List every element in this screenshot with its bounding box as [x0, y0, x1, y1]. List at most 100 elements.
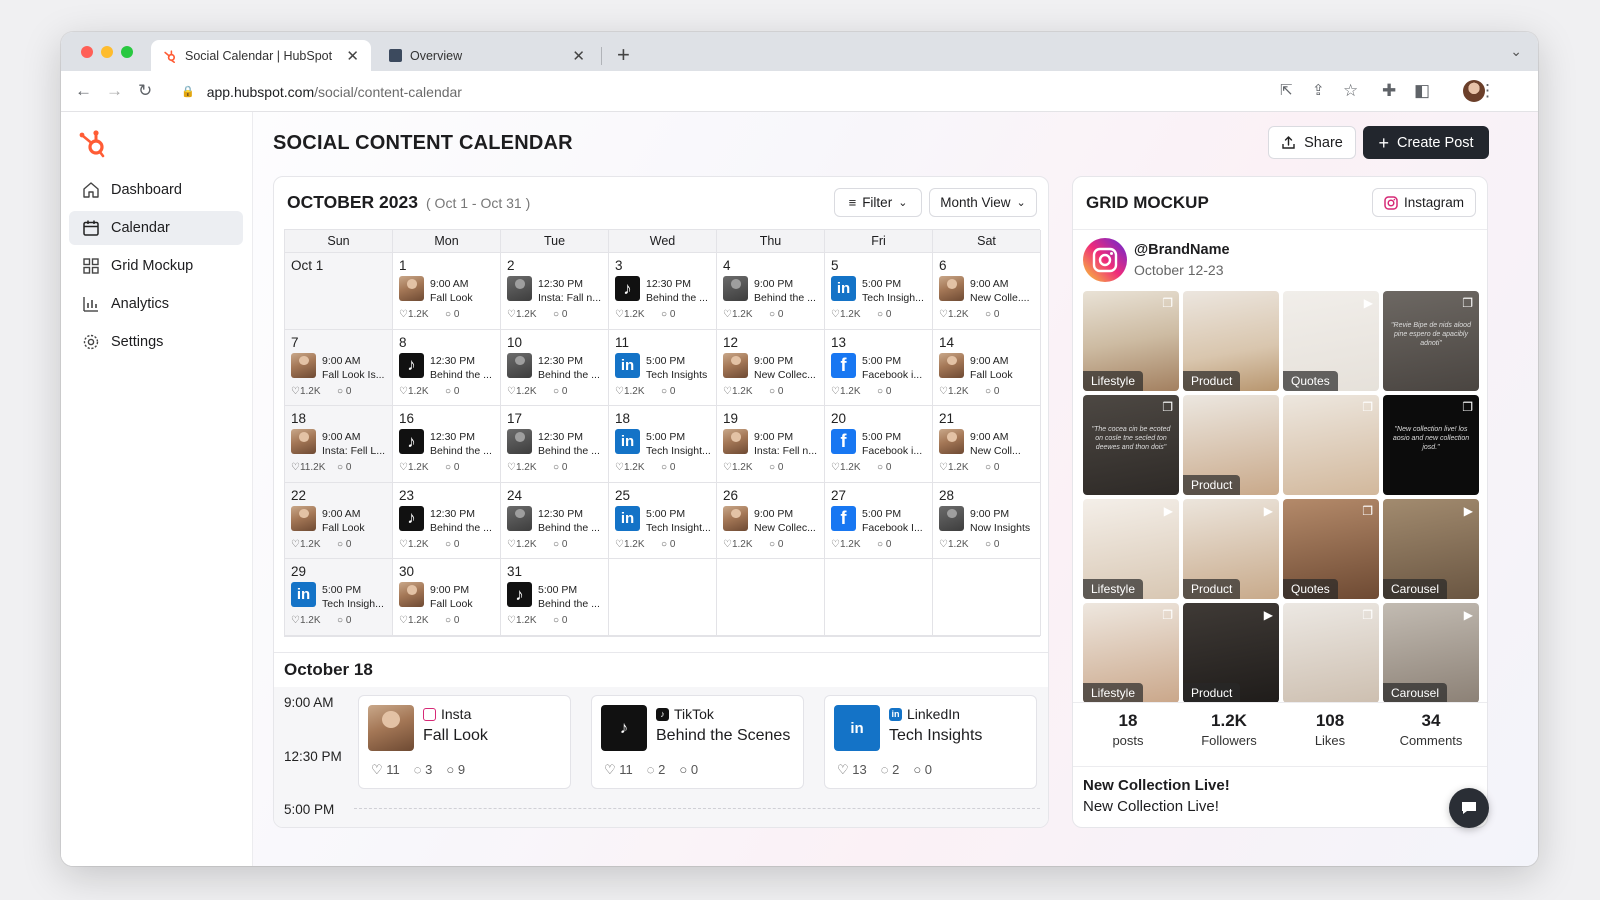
calendar-day-cell[interactable]: 7 9:00 AM Fall Look Is... ♡1.2K ○ 0: [285, 329, 393, 406]
event-title[interactable]: New Collec...: [754, 369, 822, 381]
calendar-day-cell[interactable]: 20 f 5:00 PM Facebook i... ♡1.2K ○ 0: [825, 406, 933, 483]
extensions-icon[interactable]: ✚: [1382, 81, 1396, 101]
event-title[interactable]: Behind the ...: [754, 292, 822, 304]
open-external-icon[interactable]: ⇱: [1280, 81, 1293, 101]
grid-tile[interactable]: ❐ Quotes: [1283, 499, 1379, 599]
calendar-day-cell[interactable]: 14 9:00 AM Fall Look ♡1.2K ○ 0: [933, 329, 1041, 406]
calendar-day-cell[interactable]: 29 in 5:00 PM Tech Insigh... ♡1.2K ○ 0: [285, 559, 393, 636]
calendar-day-cell[interactable]: 27 f 5:00 PM Facebook I... ♡1.2K ○ 0: [825, 482, 933, 559]
event-title[interactable]: Insta: Fell n...: [754, 445, 822, 457]
event-title[interactable]: Facebook I...: [862, 522, 930, 534]
grid-tile[interactable]: ❐: [1283, 395, 1379, 495]
event-title[interactable]: Insta: Fell L...: [322, 445, 390, 457]
calendar-day-cell[interactable]: 2 12:30 PM Insta: Fall n... ♡1.2K ○ 0: [501, 253, 609, 330]
minimize-window-button[interactable]: [101, 46, 113, 58]
calendar-day-cell[interactable]: 21 9:00 AM New Coll... ♡1.2K ○ 0: [933, 406, 1041, 483]
calendar-day-cell[interactable]: 26 9:00 PM New Collec... ♡1.2K ○ 0: [717, 482, 825, 559]
post-card[interactable]: Insta Fall Look ♡ 11 ◌ 3 ○ 9: [358, 695, 571, 789]
share-button[interactable]: Share: [1268, 126, 1356, 159]
address-bar[interactable]: 🔒 app.hubspot.com/social/content-calenda…: [169, 77, 1319, 106]
sidebar-item-dashboard[interactable]: Dashboard: [69, 173, 243, 207]
calendar-day-cell[interactable]: 18 9:00 AM Insta: Fell L... ♡11.2K ○ 0: [285, 406, 393, 483]
grid-tile[interactable]: ▶ Lifestyle: [1083, 499, 1179, 599]
new-tab-button[interactable]: +: [617, 42, 630, 68]
event-title[interactable]: Behind the ...: [538, 522, 606, 534]
maximize-window-button[interactable]: [121, 46, 133, 58]
calendar-day-cell[interactable]: 22 9:00 AM Fall Look ♡1.2K ○ 0: [285, 482, 393, 559]
event-title[interactable]: Insta: Fall n...: [538, 292, 606, 304]
calendar-day-cell[interactable]: 25 in 5:00 PM Tech Insight... ♡1.2K ○ 0: [609, 482, 717, 559]
grid-tile[interactable]: ▶ Carousel: [1383, 499, 1479, 599]
event-title[interactable]: Facebook i...: [862, 369, 930, 381]
calendar-day-cell[interactable]: 30 9:00 PM Fall Look ♡1.2K ○ 0: [393, 559, 501, 636]
sidebar-item-calendar[interactable]: Calendar: [69, 211, 243, 245]
event-title[interactable]: Tech Insight...: [646, 445, 714, 457]
grid-tile[interactable]: Product: [1183, 291, 1279, 391]
sidebar-item-settings[interactable]: Settings: [69, 325, 243, 359]
sidebar-item-grid-mockup[interactable]: Grid Mockup: [69, 249, 243, 283]
calendar-day-cell[interactable]: 3 ♪ 12:30 PM Behind the ... ♡1.2K ○ 0: [609, 253, 717, 330]
filter-button[interactable]: ≡ Filter ⌄: [834, 188, 922, 217]
event-title[interactable]: Behind the ...: [430, 369, 498, 381]
grid-tile[interactable]: ❐ Lifestyle: [1083, 603, 1179, 703]
grid-tile[interactable]: ❐ "The cocea cin be ecoted on cosle tne s…: [1083, 395, 1179, 495]
event-title[interactable]: Fall Look Is...: [322, 369, 390, 381]
instagram-platform-button[interactable]: Instagram: [1372, 188, 1476, 217]
event-title[interactable]: Behind the ...: [430, 445, 498, 457]
event-title[interactable]: Behind the ...: [538, 369, 606, 381]
hubspot-logo-icon[interactable]: [76, 126, 110, 160]
event-title[interactable]: Tech Insights: [646, 369, 714, 381]
event-title[interactable]: Fall Look: [430, 292, 498, 304]
event-title[interactable]: Behind the ...: [538, 598, 606, 610]
forward-arrow-icon[interactable]: →: [106, 81, 123, 101]
calendar-day-cell[interactable]: 8 ♪ 12:30 PM Behind the ... ♡1.2K ○ 0: [393, 329, 501, 406]
event-title[interactable]: Fall Look: [970, 369, 1038, 381]
event-title[interactable]: Now Insights: [970, 522, 1038, 534]
sidepanel-icon[interactable]: ◧: [1414, 81, 1430, 101]
more-menu-icon[interactable]: ⋮: [1479, 81, 1496, 101]
chat-button[interactable]: [1449, 788, 1489, 828]
event-title[interactable]: Facebook i...: [862, 445, 930, 457]
event-title[interactable]: Tech Insigh...: [862, 292, 930, 304]
reload-icon[interactable]: ↻: [138, 81, 152, 101]
grid-tile[interactable]: ❐ "New collection live! los aosio and new…: [1383, 395, 1479, 495]
instagram-avatar[interactable]: [1083, 238, 1127, 282]
grid-tile[interactable]: ❐: [1283, 603, 1379, 703]
post-card[interactable]: ♪ ♪ TikTok Behind the Scenes ♡ 11 ◌ 2 ○ 0: [591, 695, 804, 789]
calendar-day-cell[interactable]: 18 in 5:00 PM Tech Insight... ♡1.2K ○ 0: [609, 406, 717, 483]
event-title[interactable]: Behind the ...: [646, 292, 714, 304]
grid-tile[interactable]: ▶ Product: [1183, 603, 1279, 703]
back-arrow-icon[interactable]: ←: [75, 81, 92, 101]
bookmark-star-icon[interactable]: ☆: [1343, 81, 1358, 101]
close-icon[interactable]: ✕: [346, 47, 359, 65]
event-title[interactable]: Fall Look: [322, 522, 390, 534]
grid-tile[interactable]: ▶ Quotes: [1283, 291, 1379, 391]
calendar-day-cell[interactable]: 31 ♪ 5:00 PM Behind the ... ♡1.2K ○ 0: [501, 559, 609, 636]
create-post-button[interactable]: + Create Post: [1363, 126, 1489, 159]
close-icon[interactable]: ✕: [572, 47, 585, 65]
post-card[interactable]: in in LinkedIn Tech Insights ♡ 13 ◌ 2 ○ 0: [824, 695, 1037, 789]
calendar-day-cell[interactable]: 5 in 5:00 PM Tech Insigh... ♡1.2K ○ 0: [825, 253, 933, 330]
month-view-dropdown[interactable]: Month View ⌄: [929, 188, 1037, 217]
calendar-day-cell[interactable]: 16 ♪ 12:30 PM Behind the ... ♡1.2K ○ 0: [393, 406, 501, 483]
grid-tile[interactable]: Product: [1183, 395, 1279, 495]
calendar-day-cell[interactable]: 28 9:00 PM Now Insights ♡1.2K ○ 0: [933, 482, 1041, 559]
event-title[interactable]: Tech Insigh...: [322, 598, 390, 610]
tab-social-calendar[interactable]: Social Calendar | HubSpot ✕: [151, 40, 371, 71]
calendar-day-cell[interactable]: 11 in 5:00 PM Tech Insights ♡1.2K ○ 0: [609, 329, 717, 406]
tab-overview[interactable]: Overview ✕: [377, 40, 597, 71]
calendar-day-cell[interactable]: 19 9:00 PM Insta: Fell n... ♡1.2K ○ 0: [717, 406, 825, 483]
calendar-day-cell[interactable]: 6 9:00 AM New Colle.... ♡1.2K ○ 0: [933, 253, 1041, 330]
calendar-day-cell[interactable]: 13 f 5:00 PM Facebook i... ♡1.2K ○ 0: [825, 329, 933, 406]
calendar-day-cell[interactable]: 4 9:00 PM Behind the ... ♡1.2K ○ 0: [717, 253, 825, 330]
calendar-day-cell[interactable]: 24 12:30 PM Behind the ... ♡1.2K ○ 0: [501, 482, 609, 559]
calendar-day-cell[interactable]: 17 12:30 PM Behind the ... ♡1.2K ○ 0: [501, 406, 609, 483]
event-title[interactable]: Fall Look: [430, 598, 498, 610]
calendar-day-cell[interactable]: Oct 1: [285, 253, 393, 330]
grid-tile[interactable]: ▶ Carousel: [1383, 603, 1479, 703]
event-title[interactable]: New Collec...: [754, 522, 822, 534]
grid-tile[interactable]: ❐ Lifestyle: [1083, 291, 1179, 391]
calendar-day-cell[interactable]: 10 12:30 PM Behind the ... ♡1.2K ○ 0: [501, 329, 609, 406]
event-title[interactable]: New Coll...: [970, 445, 1038, 457]
share-icon[interactable]: ⇪: [1312, 81, 1325, 101]
